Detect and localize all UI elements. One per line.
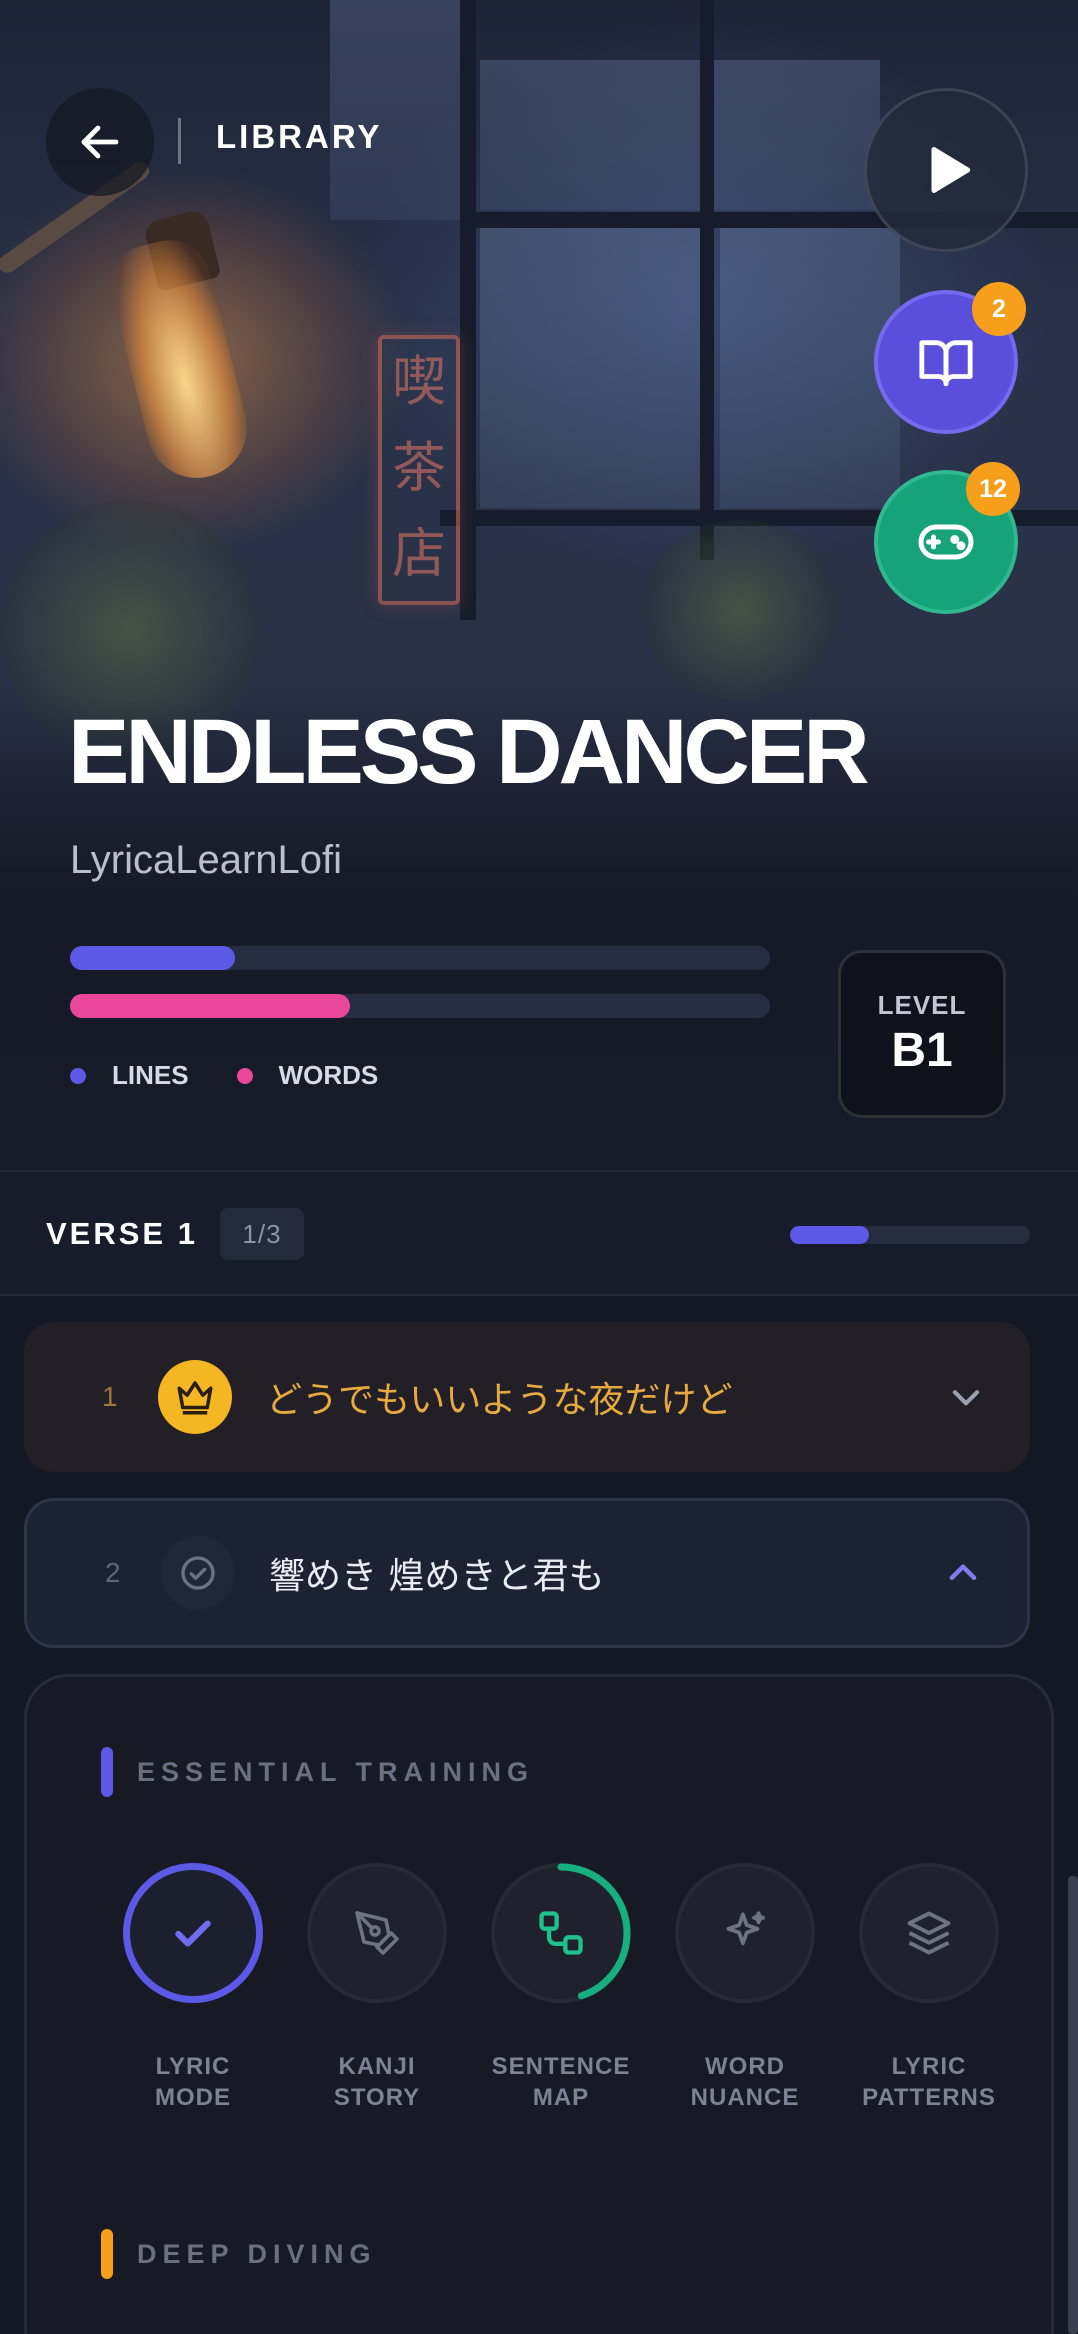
back-button[interactable] [46,88,154,196]
cafe-neon-sign: 喫茶店 [378,335,460,605]
lines-legend-label: LINES [112,1060,189,1090]
check-circle-icon [161,1536,235,1610]
play-button[interactable] [864,88,1028,252]
header-divider [178,118,181,164]
words-legend-label: WORDS [278,1060,379,1090]
section-title: DEEP DIVING [137,2238,377,2269]
window-pane [480,228,700,508]
window-frame [460,0,476,620]
pen-nib-icon[interactable] [307,1863,447,2003]
deep-diving-heading: DEEP DIVING [101,2229,377,2279]
window-pane [720,228,900,508]
window-pane [330,0,470,220]
mode-label: LYRIC PATTERNS [862,2053,996,2111]
verse-progress-fill [790,1226,870,1244]
lyric-lines-list: 1 どうでもいいような夜だけど 2 響めき 煌めきと君も ESSENTIAL T… [0,1296,1078,2334]
lyric-line-2[interactable]: 2 響めき 煌めきと君も [24,1498,1030,1648]
verse-progress-bar [790,1226,1030,1244]
lines-progress-bar [70,946,770,970]
mode-lyric-patterns[interactable]: LYRIC PATTERNS [837,1863,1021,2113]
window-pane [480,60,880,210]
lines-legend-dot [70,1067,86,1084]
line-text: 響めき 煌めきと君も [269,1556,605,1597]
line-number: 1 [102,1381,118,1412]
verse-count: 1/3 [220,1208,304,1260]
progress-legend: LINES WORDS [70,1060,378,1091]
page-title: LIBRARY [216,118,383,155]
words-legend-dot [236,1067,253,1084]
verse-header: VERSE 1 1/3 [0,1170,1078,1296]
words-progress-fill [70,994,350,1018]
sentence-map-progress-ring [491,1863,631,2003]
hero-banner: 喫茶店 LIBRARY 2 12 ENDLESS DANCER LyricaLe… [0,0,1078,1170]
arrow-left-icon [81,125,119,159]
check-icon[interactable] [123,1863,263,2003]
crown-icon [158,1360,232,1434]
mode-label: LYRIC MODE [155,2053,231,2111]
training-modes: LYRIC MODE KANJI STORY SENTENCE MAP WORD… [101,1863,1021,2113]
chevron-down-icon[interactable] [946,1377,986,1417]
lines-progress-fill [70,946,235,970]
open-book-icon [919,340,973,387]
words-progress-bar [70,994,770,1018]
chevron-up-icon[interactable] [943,1553,983,1593]
book-count-badge: 2 [972,282,1026,336]
training-panel: ESSENTIAL TRAINING LYRIC MODE KANJI STOR… [24,1674,1054,2334]
gamepad-icon [918,524,974,560]
mode-sentence-map[interactable]: SENTENCE MAP [469,1863,653,2113]
game-count-badge: 12 [966,462,1020,516]
line-text: どうでもいいような夜だけど [266,1380,733,1421]
mode-kanji-story[interactable]: KANJI STORY [285,1863,469,2113]
layers-icon[interactable] [859,1863,999,2003]
level-badge: LEVEL B1 [838,950,1006,1118]
section-accent [101,2229,113,2279]
level-value: B1 [891,1024,953,1077]
sparkle-icon[interactable] [675,1863,815,2003]
mode-label: SENTENCE MAP [491,2053,631,2111]
section-accent [101,1747,113,1797]
mode-label: WORD NUANCE [690,2053,800,2111]
window-frame [700,0,714,560]
plant [640,520,840,700]
song-title: ENDLESS DANCER [68,701,870,803]
play-icon [931,147,971,193]
mode-word-nuance[interactable]: WORD NUANCE [653,1863,837,2113]
artist-name: LyricaLearnLofi [70,838,343,882]
section-title: ESSENTIAL TRAINING [137,1756,535,1787]
lyric-line-1[interactable]: 1 どうでもいいような夜だけど [24,1322,1030,1472]
mode-lyric-mode[interactable]: LYRIC MODE [101,1863,285,2113]
mode-label: KANJI STORY [333,2053,421,2111]
nodes-icon[interactable] [491,1863,631,2003]
level-label: LEVEL [877,990,967,1020]
verse-label: VERSE 1 [46,1216,198,1251]
line-number: 2 [105,1557,121,1588]
essential-training-heading: ESSENTIAL TRAINING [101,1747,534,1797]
scrollbar[interactable] [1068,1876,1078,2334]
light-bulb [102,231,258,489]
